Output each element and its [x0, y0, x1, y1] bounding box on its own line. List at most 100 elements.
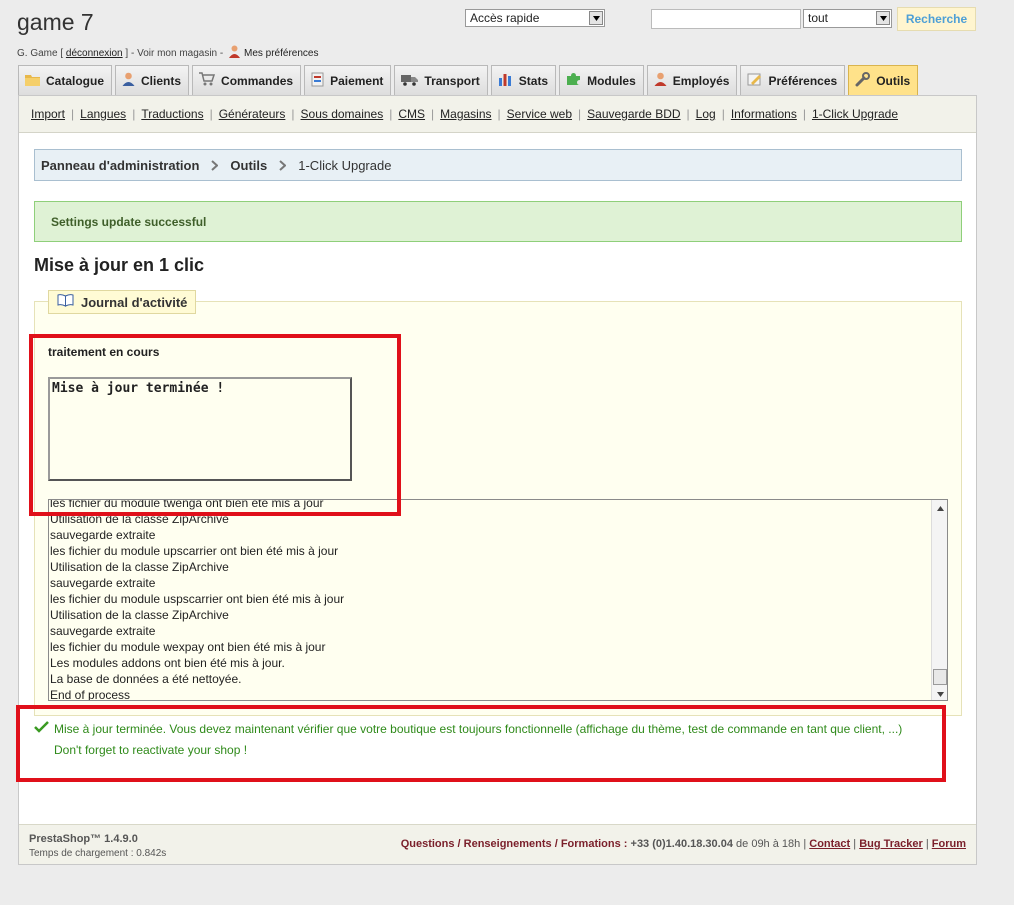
tab-commandes[interactable]: Commandes [192, 65, 302, 95]
subnav-service-web[interactable]: Service web [501, 107, 578, 121]
activity-log-textarea[interactable]: les fichier du module twenga ont bien ét… [48, 499, 948, 701]
footer-bug-tracker-link[interactable]: Bug Tracker [859, 838, 923, 850]
logout-link[interactable]: déconnexion [66, 48, 123, 59]
tab-label: Employés [672, 73, 730, 88]
preferences-icon [747, 72, 762, 89]
stats-icon [498, 72, 513, 89]
log-line: les fichier du module twenga ont bien ét… [50, 499, 324, 510]
chevron-right-icon [211, 159, 219, 171]
shop-name: game 7 [17, 9, 94, 35]
scroll-thumb[interactable] [933, 669, 947, 685]
tab-label: Préférences [768, 73, 838, 88]
done-message: Mise à jour terminée. Vous devez mainten… [54, 721, 903, 736]
log-line: Utilisation de la classe ZipArchive [50, 608, 229, 622]
activity-log-legend: Journal d'activité [48, 290, 197, 314]
subnav-cms[interactable]: CMS [392, 107, 431, 121]
reactivate-message: Don't forget to reactivate your shop ! [54, 743, 248, 757]
main-panel: Import | Langues | Traductions | Générateur… [18, 95, 977, 865]
tab-label: Paiement [330, 73, 384, 88]
log-scrollbar[interactable] [931, 500, 948, 700]
tab-label: Clients [141, 73, 182, 88]
footer-contact-link[interactable]: Contact [809, 838, 850, 850]
legend-label: Journal d'activité [81, 294, 188, 310]
log-line: sauvegarde extraite [50, 576, 156, 590]
tab-clients[interactable]: Clients [115, 65, 190, 95]
success-message: Settings update successful [34, 201, 962, 242]
tab-label: Commandes [221, 73, 294, 88]
tab-paiement[interactable]: Paiement [304, 65, 392, 95]
chevron-down-icon [876, 11, 890, 25]
subnav-langues[interactable]: Langues [74, 107, 132, 121]
subnav-sous-domaines[interactable]: Sous domaines [295, 107, 390, 121]
book-icon [57, 294, 74, 310]
log-line: sauvegarde extraite [50, 624, 156, 638]
scroll-up-icon[interactable] [932, 500, 948, 516]
log-line: sauvegarde extraite [50, 528, 156, 542]
tab-stats[interactable]: Stats [490, 65, 557, 95]
sub-navigation: Import | Langues | Traductions | Générateur… [19, 96, 976, 133]
footer: PrestaShop™ 1.4.9.0 Temps de chargement … [19, 824, 976, 864]
footer-support: Questions / Renseignements / Formations … [400, 838, 966, 850]
preferences-link[interactable]: Mes préférences [244, 48, 318, 59]
status-box: Mise à jour terminée ! [48, 377, 352, 481]
payment-icon [311, 72, 324, 90]
tab-employes[interactable]: Employés [646, 65, 738, 95]
breadcrumb-admin[interactable]: Panneau d'administration [41, 158, 199, 173]
log-line: End of process [50, 688, 131, 701]
tab-label: Catalogue [46, 73, 105, 88]
employee-icon [654, 72, 667, 89]
tab-preferences[interactable]: Préférences [740, 65, 846, 95]
processing-label: traitement en cours [48, 345, 160, 359]
done-message-row: Mise à jour terminée. Vous devez mainten… [34, 721, 902, 736]
log-line: les fichier du module upscarrier ont bie… [50, 544, 339, 558]
log-line: La base de données a été nettoyée. [50, 672, 242, 686]
cart-icon [199, 72, 216, 89]
scroll-down-icon[interactable] [932, 686, 948, 700]
footer-support-label: Questions / Renseignements / Formations … [400, 838, 628, 850]
breadcrumb: Panneau d'administration Outils 1-Click … [34, 149, 962, 181]
chevron-right-icon [279, 159, 287, 171]
tab-catalogue[interactable]: Catalogue [18, 65, 113, 95]
tab-outils[interactable]: Outils [848, 65, 919, 95]
search-input[interactable] [651, 9, 801, 29]
main-tabs: Catalogue Clients Commandes Paiement Tra… [18, 65, 919, 95]
search-scope-select[interactable]: tout [803, 9, 892, 28]
customer-icon [122, 72, 135, 89]
footer-version: PrestaShop™ 1.4.9.0 [29, 833, 138, 845]
log-line: les fichier du module uspscarrier ont bi… [50, 592, 345, 606]
wrench-icon [855, 71, 871, 90]
footer-hours: de 09h à 18h [736, 838, 801, 850]
person-icon [228, 45, 241, 61]
subnav-log[interactable]: Log [690, 107, 722, 121]
breadcrumb-current: 1-Click Upgrade [298, 157, 392, 173]
subnav-traductions[interactable]: Traductions [135, 107, 209, 121]
search-button[interactable]: Recherche [897, 7, 976, 31]
breadcrumb-outils[interactable]: Outils [230, 158, 267, 173]
tab-modules[interactable]: Modules [559, 65, 644, 95]
subnav-sauvegarde-bdd[interactable]: Sauvegarde BDD [581, 107, 686, 121]
tab-transport[interactable]: Transport [394, 65, 488, 95]
user-mid: ] - Voir mon magasin - [125, 48, 224, 59]
log-line: Les modules addons ont bien été mis à jo… [50, 656, 285, 670]
subnav-import[interactable]: Import [25, 107, 71, 121]
subnav-generateurs[interactable]: Générateurs [213, 107, 292, 121]
tab-label: Transport [424, 73, 480, 88]
folder-icon [25, 73, 40, 89]
footer-load-time: Temps de chargement : 0.842s [29, 848, 167, 859]
tab-label: Modules [587, 73, 636, 88]
log-line: les fichier du module wexpay ont bien ét… [50, 640, 326, 654]
footer-forum-link[interactable]: Forum [932, 838, 966, 850]
footer-phone: +33 (0)1.40.18.30.04 [630, 838, 733, 850]
chevron-down-icon [589, 11, 603, 25]
page-title: Mise à jour en 1 clic [34, 255, 205, 275]
user-prefix: G. Game [ [17, 48, 64, 59]
checkmark-icon [34, 721, 49, 736]
subnav-1-click-upgrade[interactable]: 1-Click Upgrade [806, 107, 904, 121]
tab-label: Outils [876, 73, 911, 88]
puzzle-icon [566, 72, 581, 89]
quick-access-select[interactable]: Accès rapide [465, 9, 605, 27]
subnav-magasins[interactable]: Magasins [434, 107, 497, 121]
subnav-informations[interactable]: Informations [725, 107, 803, 121]
user-line: G. Game [ déconnexion ] - Voir mon magas… [17, 45, 318, 61]
truck-icon [401, 73, 419, 89]
